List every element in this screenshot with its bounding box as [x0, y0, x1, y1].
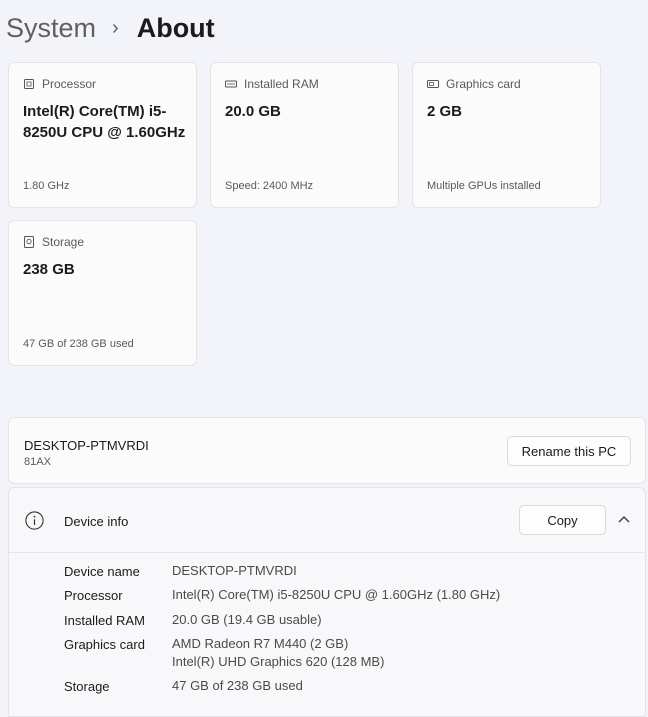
spec-value-device-name: DESKTOP-PTMVRDI — [172, 563, 297, 578]
spec-key-graphics-card: Graphics card — [64, 637, 145, 652]
breadcrumb: System › About — [6, 8, 215, 48]
graphics-card-note: Multiple GPUs installed — [427, 180, 541, 192]
spec-value-installed-ram: 20.0 GB (19.4 GB usable) — [172, 612, 322, 627]
processor-value: Intel(R) Core(TM) i5-8250U CPU @ 1.60GHz — [23, 103, 186, 141]
graphics-card-value: 2 GB — [427, 103, 463, 120]
ram-card: Installed RAM 20.0 GB Speed: 2400 MHz — [210, 62, 399, 208]
spec-key-processor: Processor — [64, 588, 123, 603]
storage-icon — [24, 236, 34, 248]
processor-label: Processor — [42, 77, 97, 91]
storage-used: 47 GB of 238 GB used — [23, 338, 134, 350]
copy-button[interactable]: Copy — [519, 505, 606, 535]
spec-value-processor: Intel(R) Core(TM) i5-8250U CPU @ 1.60GHz… — [172, 587, 501, 602]
processor-icon — [24, 79, 34, 89]
page-title: About — [136, 12, 215, 43]
device-info-title: Device info — [64, 514, 129, 529]
ram-label: Installed RAM — [244, 77, 319, 91]
processor-speed: 1.80 GHz — [23, 180, 70, 192]
pc-name-bar: DESKTOP-PTMVRDI 81AX Rename this PC — [8, 417, 646, 484]
pc-name: DESKTOP-PTMVRDI — [24, 438, 149, 453]
graphics-card-label: Graphics card — [446, 77, 521, 91]
storage-value: 238 GB — [23, 261, 75, 278]
pc-model: 81AX — [24, 456, 51, 468]
spec-value-storage: 47 GB of 238 GB used — [172, 678, 303, 693]
ram-speed: Speed: 2400 MHz — [225, 180, 314, 192]
device-info-header[interactable]: Device info Copy — [9, 488, 645, 553]
device-info-section: Device info Copy Device name DESKTOP-PTM… — [8, 487, 646, 717]
ram-icon — [225, 80, 237, 88]
graphics-card-icon — [427, 80, 439, 88]
breadcrumb-system-link[interactable]: System — [6, 13, 96, 44]
spec-key-device-name: Device name — [64, 564, 140, 579]
ram-value: 20.0 GB — [225, 103, 281, 120]
spec-value-graphics-card-1: AMD Radeon R7 M440 (2 GB) — [172, 636, 349, 651]
spec-key-storage: Storage — [64, 679, 110, 694]
spec-key-installed-ram: Installed RAM — [64, 613, 145, 628]
processor-card: Processor Intel(R) Core(TM) i5-8250U CPU… — [8, 62, 197, 208]
storage-card: Storage 238 GB 47 GB of 238 GB used — [8, 220, 197, 366]
info-icon — [25, 511, 44, 530]
breadcrumb-chevron-icon: › — [112, 16, 119, 39]
rename-pc-button[interactable]: Rename this PC — [507, 436, 631, 466]
storage-label: Storage — [42, 235, 85, 249]
graphics-card: Graphics card 2 GB Multiple GPUs install… — [412, 62, 601, 208]
chevron-up-icon[interactable] — [617, 514, 631, 524]
spec-value-graphics-card-2: Intel(R) UHD Graphics 620 (128 MB) — [172, 654, 385, 669]
